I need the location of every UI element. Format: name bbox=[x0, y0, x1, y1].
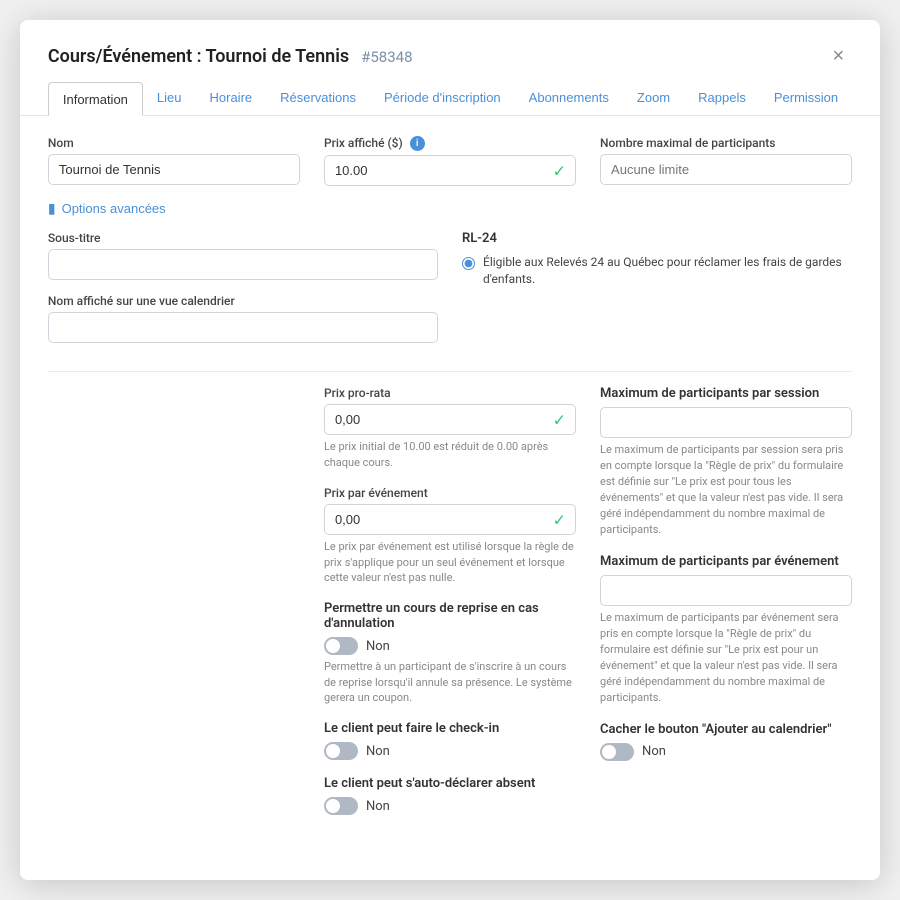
tab-information[interactable]: Information bbox=[48, 82, 143, 116]
nom-calendrier-input[interactable] bbox=[48, 312, 438, 343]
tab-rappels[interactable]: Rappels bbox=[684, 82, 760, 115]
main-section-grid: Prix pro-rata ✓ Le prix initial de 10.00… bbox=[48, 386, 852, 831]
modal-title: Cours/Événement : Tournoi de Tennis bbox=[48, 46, 349, 67]
advanced-label: Options avancées bbox=[62, 201, 166, 216]
participants-input[interactable] bbox=[600, 154, 852, 185]
checkin-label: Le client peut faire le check-in bbox=[324, 721, 576, 736]
cacher-toggle-label: Non bbox=[642, 744, 666, 759]
max-evenement-label: Maximum de participants par événement bbox=[600, 554, 852, 569]
reprise-info: Permettre à un participant de s'inscrire… bbox=[324, 659, 576, 705]
prix-evenement-label: Prix par événement bbox=[324, 486, 576, 500]
checkin-block: Le client peut faire le check-in Non bbox=[324, 721, 576, 760]
max-session-label: Maximum de participants par session bbox=[600, 386, 852, 401]
autodeclarer-toggle[interactable] bbox=[324, 797, 358, 815]
max-session-block: Maximum de participants par session Le m… bbox=[600, 386, 852, 538]
rl24-radio-row: Éligible aux Relevés 24 au Québec pour r… bbox=[462, 254, 852, 288]
autodeclarer-label: Le client peut s'auto-déclarer absent bbox=[324, 776, 576, 791]
tab-horaire[interactable]: Horaire bbox=[196, 82, 267, 115]
max-evenement-input[interactable] bbox=[600, 575, 852, 606]
max-evenement-info: Le maximum de participants par événement… bbox=[600, 610, 852, 706]
checkin-toggle-row: Non bbox=[324, 742, 576, 760]
tabs-bar: Information Lieu Horaire Réservations Pé… bbox=[20, 82, 880, 116]
reprise-toggle[interactable] bbox=[324, 637, 358, 655]
prix-input[interactable] bbox=[324, 155, 576, 186]
modal-id: #58348 bbox=[361, 48, 412, 66]
prix-input-wrapper: ✓ bbox=[324, 155, 576, 186]
prix-evenement-input[interactable] bbox=[324, 504, 576, 535]
max-evenement-block: Maximum de participants par événement Le… bbox=[600, 554, 852, 706]
autodeclarer-block: Le client peut s'auto-déclarer absent No… bbox=[324, 776, 576, 815]
prix-check-icon: ✓ bbox=[553, 161, 566, 180]
tab-zoom[interactable]: Zoom bbox=[623, 82, 684, 115]
nom-calendrier-group: Nom affiché sur une vue calendrier bbox=[48, 294, 438, 343]
rl24-radio-text: Éligible aux Relevés 24 au Québec pour r… bbox=[483, 254, 852, 288]
tab-periode[interactable]: Période d'inscription bbox=[370, 82, 515, 115]
prix-prorata-wrapper: ✓ bbox=[324, 404, 576, 435]
right-advanced-rl24: RL-24 Éligible aux Relevés 24 au Québec … bbox=[462, 231, 852, 357]
cacher-block: Cacher le bouton "Ajouter au calendrier"… bbox=[600, 722, 852, 761]
nom-input[interactable] bbox=[48, 154, 300, 185]
modal-title-area: Cours/Événement : Tournoi de Tennis #583… bbox=[48, 46, 413, 67]
prix-evenement-check-icon: ✓ bbox=[553, 510, 566, 529]
rl24-radio[interactable] bbox=[462, 257, 475, 270]
max-session-info: Le maximum de participants par session s… bbox=[600, 442, 852, 538]
modal-header: Cours/Événement : Tournoi de Tennis #583… bbox=[20, 20, 880, 82]
minus-icon: ▮ bbox=[48, 200, 56, 217]
modal-body: Nom Prix affiché ($) i ✓ Nombre maximal … bbox=[20, 116, 880, 859]
tab-permission[interactable]: Permission bbox=[760, 82, 852, 115]
reprise-label: Permettre un cours de reprise en cas d'a… bbox=[324, 601, 576, 631]
tab-reservations[interactable]: Réservations bbox=[266, 82, 370, 115]
cacher-toggle[interactable] bbox=[600, 743, 634, 761]
reprise-toggle-label: Non bbox=[366, 639, 390, 654]
left-col bbox=[48, 386, 300, 831]
reprise-block: Permettre un cours de reprise en cas d'a… bbox=[324, 601, 576, 705]
cacher-toggle-row: Non bbox=[600, 743, 852, 761]
sous-titre-input[interactable] bbox=[48, 249, 438, 280]
divider-1 bbox=[48, 371, 852, 372]
tab-lieu[interactable]: Lieu bbox=[143, 82, 196, 115]
rl24-title: RL-24 bbox=[462, 231, 852, 246]
cacher-label: Cacher le bouton "Ajouter au calendrier" bbox=[600, 722, 852, 737]
prix-label: Prix affiché ($) i bbox=[324, 136, 576, 151]
prix-info-icon[interactable]: i bbox=[410, 136, 425, 151]
participants-label: Nombre maximal de participants bbox=[600, 136, 852, 150]
close-button[interactable]: × bbox=[824, 42, 852, 70]
prix-evenement-info: Le prix par événement est utilisé lorsqu… bbox=[324, 539, 576, 585]
left-advanced: Sous-titre Nom affiché sur une vue calen… bbox=[48, 231, 438, 357]
prix-evenement-block: Prix par événement ✓ Le prix par événeme… bbox=[324, 486, 576, 585]
prix-evenement-wrapper: ✓ bbox=[324, 504, 576, 535]
prix-prorata-label: Prix pro-rata bbox=[324, 386, 576, 400]
nom-group: Nom bbox=[48, 136, 300, 186]
prix-prorata-info: Le prix initial de 10.00 est réduit de 0… bbox=[324, 439, 576, 470]
autodeclarer-toggle-label: Non bbox=[366, 799, 390, 814]
nom-label: Nom bbox=[48, 136, 300, 150]
tab-abonnements[interactable]: Abonnements bbox=[515, 82, 623, 115]
sous-titre-group: Sous-titre bbox=[48, 231, 438, 280]
max-session-input[interactable] bbox=[600, 407, 852, 438]
participants-group: Nombre maximal de participants bbox=[600, 136, 852, 186]
checkin-toggle-label: Non bbox=[366, 744, 390, 759]
prix-prorata-check-icon: ✓ bbox=[553, 410, 566, 429]
advanced-row: Sous-titre Nom affiché sur une vue calen… bbox=[48, 231, 852, 357]
modal: Cours/Événement : Tournoi de Tennis #583… bbox=[20, 20, 880, 880]
autodeclarer-toggle-row: Non bbox=[324, 797, 576, 815]
sous-titre-label: Sous-titre bbox=[48, 231, 438, 245]
reprise-toggle-row: Non bbox=[324, 637, 576, 655]
prix-prorata-block: Prix pro-rata ✓ Le prix initial de 10.00… bbox=[324, 386, 576, 470]
nom-calendrier-label: Nom affiché sur une vue calendrier bbox=[48, 294, 438, 308]
advanced-toggle-button[interactable]: ▮ Options avancées bbox=[48, 200, 166, 217]
prix-prorata-input[interactable] bbox=[324, 404, 576, 435]
prix-group: Prix affiché ($) i ✓ bbox=[324, 136, 576, 186]
right-col: Maximum de participants par session Le m… bbox=[600, 386, 852, 831]
checkin-toggle[interactable] bbox=[324, 742, 358, 760]
top-form-row: Nom Prix affiché ($) i ✓ Nombre maximal … bbox=[48, 136, 852, 200]
center-col: Prix pro-rata ✓ Le prix initial de 10.00… bbox=[324, 386, 576, 831]
